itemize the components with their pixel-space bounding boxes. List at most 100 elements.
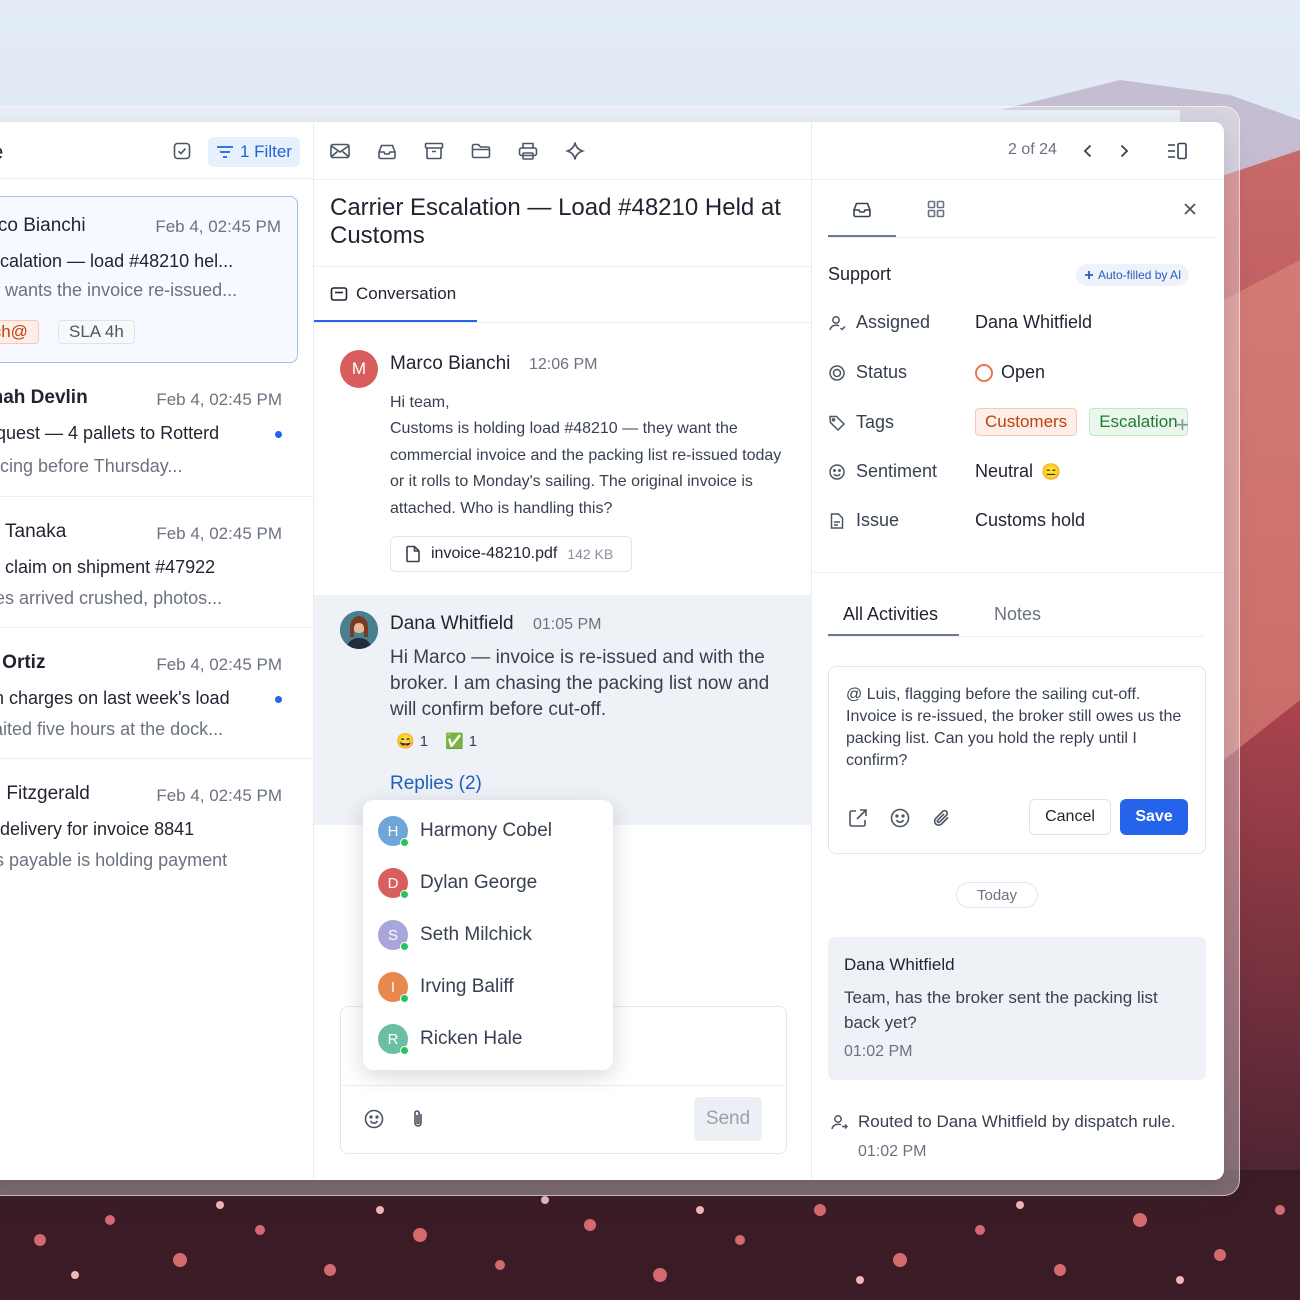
send-button[interactable]: Send [694, 1097, 762, 1141]
chevron-left-icon[interactable] [1078, 141, 1098, 166]
chevron-right-icon[interactable] [1114, 141, 1134, 166]
note-text[interactable]: @ Luis, flagging before the sailing cut-… [846, 684, 1192, 772]
paperclip-icon[interactable] [931, 807, 953, 834]
item-subject: ge claim on shipment #47922 [0, 557, 216, 577]
emoji-icon[interactable] [889, 807, 911, 834]
list-item[interactable]: nnah Devlin Feb 4, 02:45 PM request — 4 … [0, 374, 298, 494]
prop-assigned: Assigned [828, 312, 930, 333]
sender-name: nnah Devlin [0, 387, 88, 408]
paperclip-icon[interactable] [409, 1108, 427, 1135]
apps-grid-icon[interactable] [924, 197, 948, 221]
emoji-icon[interactable] [363, 1108, 385, 1135]
tag-icon [829, 415, 846, 431]
inbox-tab-icon[interactable] [850, 197, 874, 221]
list-item[interactable]: arco Bianchi Feb 4, 02:45 PM escalation … [0, 196, 298, 363]
save-button[interactable]: Save [1120, 799, 1188, 835]
plus-icon [1085, 271, 1093, 279]
list-header: ne 1 Filter [0, 122, 314, 179]
print-icon[interactable] [516, 139, 540, 163]
tab-notes[interactable]: Notes [994, 604, 1041, 625]
reaction-count: 1 [419, 732, 429, 750]
avatar: D [378, 868, 409, 899]
online-indicator [400, 994, 409, 1003]
details-panel: 2 of 24 Support Auto-filled by AI Assign… [812, 122, 1224, 1180]
mention-name: Harmony Cobel [420, 820, 552, 841]
avatar: H [378, 816, 409, 847]
routing-text: Routed to Dana Whitfield by dispatch rul… [858, 1112, 1176, 1131]
mention-option[interactable]: I Irving Baliff [378, 972, 514, 1003]
user-icon [829, 315, 846, 331]
filter-icon [217, 146, 233, 158]
mention-option[interactable]: H Harmony Cobel [378, 816, 552, 847]
avatar: I [378, 972, 409, 1003]
archive-icon[interactable] [422, 139, 446, 163]
routing-time: 01:02 PM [858, 1143, 927, 1160]
message-body: Hi Marco — invoice is re-issued and with… [390, 647, 770, 720]
reaction-chip[interactable]: ✅ 1 [445, 732, 477, 751]
message-body: Customs is holding load #48210 — they wa… [390, 420, 782, 517]
mention-name: Irving Baliff [420, 976, 514, 997]
prop-issue: Issue [828, 510, 899, 531]
attachment-size: 142 KB [567, 546, 614, 562]
issue-value[interactable]: Customs hold [975, 510, 1085, 531]
sla-tag: SLA 4h [58, 320, 135, 344]
item-preview: waited five hours at the dock... [0, 719, 224, 739]
note-editor[interactable]: @ Luis, flagging before the sailing cut-… [828, 666, 1206, 854]
item-subject: of delivery for invoice 8841 [0, 819, 195, 839]
reaction-chip[interactable]: 😄 1 [396, 732, 429, 751]
file-icon [406, 545, 420, 563]
tags-value: Customers Escalation [975, 408, 1188, 436]
online-indicator [400, 942, 409, 951]
sparkle-icon[interactable] [563, 139, 587, 163]
list-item[interactable]: m Ortiz Feb 4, 02:45 PM ion charges on l… [0, 639, 298, 759]
activity-text: Team, has the broker sent the packing li… [844, 988, 1158, 1032]
mention-option[interactable]: S Seth Milchick [378, 920, 532, 951]
message-author: Marco Bianchi [390, 353, 511, 374]
tag-escalation[interactable]: Escalation [1089, 408, 1188, 436]
attachment-file[interactable]: invoice-48210.pdf 142 KB [390, 536, 632, 572]
message-time: 12:06 PM [529, 356, 598, 373]
sender-name: ah Fitzgerald [0, 783, 90, 804]
folder-icon[interactable] [469, 139, 493, 163]
sentiment-value[interactable]: Neutral 😑 [975, 461, 1061, 482]
message-greeting: Hi team, [390, 394, 450, 411]
tag-customers[interactable]: Customers [975, 408, 1078, 436]
close-icon[interactable] [1178, 197, 1202, 221]
cancel-button[interactable]: Cancel [1029, 799, 1111, 835]
select-all-checkbox-icon[interactable] [170, 139, 194, 163]
add-tag-icon[interactable]: + [1176, 412, 1189, 438]
item-preview: ns wants the invoice re-issued... [0, 280, 238, 300]
ai-label: Auto-filled by AI [1098, 268, 1182, 282]
conversation-title: Carrier Escalation — Load #48210 Held at… [330, 194, 781, 249]
list-title: ne [0, 141, 3, 165]
toggle-panel-icon[interactable] [1166, 140, 1188, 167]
tab-all-activities[interactable]: All Activities [843, 604, 938, 625]
open-external-icon[interactable] [847, 807, 869, 834]
mail-icon[interactable] [328, 139, 352, 163]
status-open-icon [975, 363, 993, 382]
item-date: Feb 4, 02:45 PM [156, 390, 282, 409]
prop-sentiment: Sentiment [828, 461, 937, 482]
item-date: Feb 4, 02:45 PM [155, 217, 281, 236]
mention-name: Dylan George [420, 872, 538, 893]
reaction-emoji: 😄 [396, 733, 415, 750]
item-date: Feb 4, 02:45 PM [156, 655, 282, 674]
activity-author: Dana Whitfield [844, 955, 955, 974]
mention-option[interactable]: R Ricken Hale [378, 1024, 522, 1055]
list-item[interactable]: ah Fitzgerald Feb 4, 02:45 PM of deliver… [0, 770, 298, 890]
mention-option[interactable]: D Dylan George [378, 868, 538, 899]
prop-tags: Tags [828, 412, 894, 433]
message-author: Dana Whitfield [390, 613, 514, 634]
sender-name: arco Bianchi [0, 215, 86, 236]
inbox-icon[interactable] [375, 139, 399, 163]
filter-button[interactable]: 1 Filter [208, 137, 300, 167]
avatar: R [378, 1024, 409, 1055]
activity-time: 01:02 PM [844, 1043, 913, 1060]
attachment-name: invoice-48210.pdf [431, 545, 558, 562]
conversation-list-panel: ne 1 Filter arco Bianchi Feb 4, 02:45 PM… [0, 122, 314, 1180]
assigned-value[interactable]: Dana Whitfield [975, 312, 1092, 333]
list-item[interactable]: ko Tanaka Feb 4, 02:45 PM ge claim on sh… [0, 508, 298, 628]
tab-conversation[interactable]: Conversation [330, 284, 456, 304]
status-value[interactable]: Open [975, 362, 1045, 383]
replies-link[interactable]: Replies (2) [390, 773, 482, 795]
